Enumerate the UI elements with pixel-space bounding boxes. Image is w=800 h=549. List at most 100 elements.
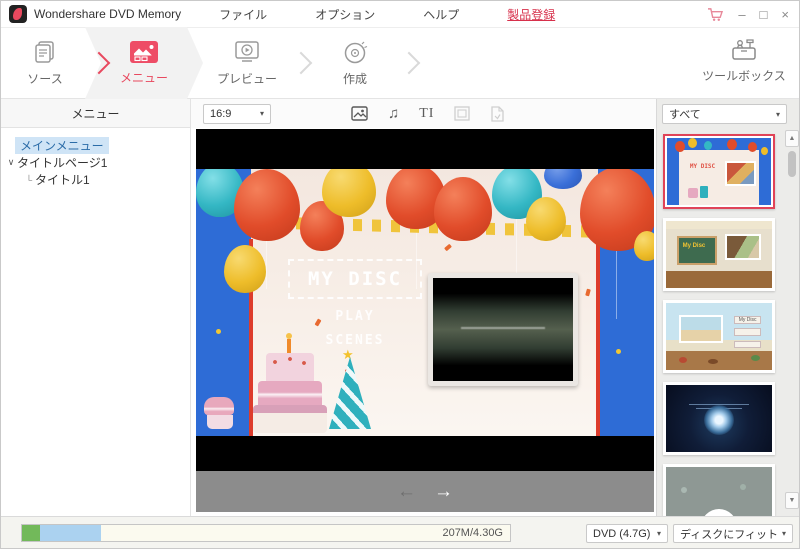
party-hat: ★ [329,347,371,429]
menu-register-product[interactable]: 製品登録 [483,6,579,23]
template-thumb-beach[interactable]: My Disc [663,300,775,373]
toolbox-button[interactable]: ツールボックス [699,36,789,84]
fit-mode-select[interactable]: ディスクにフィット ▾ [673,524,793,543]
template-panel: すべて ▾ MY DISC My Disc My Disc ▲ ▼ [656,99,799,516]
template-thumb-classroom[interactable]: My Disc [663,218,775,291]
balloon [322,169,376,217]
scrollbar-thumb[interactable] [788,151,796,177]
sidebar-header: メニュー [1,99,191,128]
disc-title-text: MY DISC [307,268,403,290]
toolbox-icon [729,36,759,62]
app-logo-icon [9,5,27,23]
toolbox-label: ツールボックス [702,69,786,83]
preview-monitor-icon [233,39,261,65]
app-title: Wondershare DVD Memory [34,7,182,21]
tree-item-title-page[interactable]: タイトルページ1 [17,154,107,171]
source-files-icon [32,39,58,65]
template-list: MY DISC My Disc My Disc [663,134,779,516]
template-thumb-space-disc[interactable] [663,382,775,455]
aspect-ratio-select[interactable]: 16:9 ▾ [203,103,271,124]
menu-preview-canvas[interactable]: MY DISC PLAY SCENES ★ ← → [196,129,654,512]
menu-help[interactable]: ヘルプ [399,6,483,23]
status-bar: 207M/4.30G DVD (4.7G) ▾ ディスクにフィット ▾ [1,516,799,548]
balloon [434,177,492,241]
background-music-icon[interactable]: ♫ [388,106,399,121]
menu-options[interactable]: オプション [291,6,399,23]
capacity-progress-bar: 207M/4.30G [21,524,511,542]
thumb-disc-title: MY DISC [689,163,716,171]
minimize-button[interactable]: – [738,8,745,21]
step-create[interactable]: 作成 [311,39,399,87]
tree-item-main-menu[interactable]: メインメニュー [15,137,109,154]
step-separator [397,51,421,75]
download-template-button[interactable] [701,508,737,516]
next-page-arrow[interactable]: → [434,482,453,501]
balloon [544,169,582,189]
tree-expand-icon[interactable]: ∨ [5,157,17,168]
step-source-label: ソース [27,72,63,86]
fit-mode-value: ディスクにフィット [680,528,779,541]
room-edge [596,239,600,436]
step-menu-label: メニュー [119,71,168,85]
balloon [234,169,300,241]
capacity-used-segment [22,525,40,541]
step-preview[interactable]: プレビュー [203,39,291,87]
step-create-label: 作成 [342,72,367,86]
chevron-down-icon: ▾ [656,529,661,538]
video-thumbnail-tv[interactable] [428,273,578,386]
chevron-down-icon: ▾ [781,529,786,538]
scenes-button[interactable]: SCENES [288,333,422,348]
titlebar-right: – □ × [707,7,799,22]
menu-bar: ファイル オプション ヘルプ 製品登録 [195,6,579,23]
step-bar: ソース メニュー プレビュー 作成 ツールボックス [1,27,799,99]
play-button[interactable]: PLAY [288,309,422,324]
menu-preview-area: MY DISC PLAY SCENES ★ ← → [191,128,656,516]
frame-icon[interactable] [454,106,471,121]
add-text-icon[interactable]: TI [419,106,434,121]
video-title-blur [461,327,545,330]
background-image-icon[interactable] [351,106,368,121]
capacity-current-segment [40,525,101,541]
template-thumb-birthday[interactable]: MY DISC [663,134,775,209]
balloon [224,245,266,293]
disc-title-frame: MY DISC [288,259,422,299]
confetti [216,329,221,334]
app-window: Wondershare DVD Memory ファイル オプション ヘルプ 製品… [0,0,800,549]
capacity-text: 207M/4.30G [442,527,503,539]
apply-template-icon[interactable] [490,105,505,122]
letterbox-bottom [196,436,654,471]
letterbox-top [196,129,654,169]
step-source[interactable]: ソース [1,39,89,87]
step-preview-label: プレビュー [216,72,277,86]
disc-type-value: DVD (4.7G) [593,527,651,540]
prev-page-arrow[interactable]: ← [397,482,416,501]
scroll-up-button[interactable]: ▲ [785,130,799,147]
thumb-disc-title: My Disc [682,242,706,249]
thumb-disc-title: My Disc [738,317,757,324]
chevron-down-icon: ▾ [259,109,264,118]
birthday-menu-scene: MY DISC PLAY SCENES ★ [196,169,654,436]
tree-branch-icon: └ [25,174,33,185]
aspect-ratio-value: 16:9 [210,107,232,120]
balloon [526,197,566,241]
hat-star: ★ [342,347,354,362]
close-button[interactable]: × [781,8,789,21]
menu-structure-sidebar: メインメニュー ∨ タイトルページ1 └ タイトル1 [1,128,191,516]
chevron-down-icon: ▾ [775,109,780,119]
balloon [634,231,654,261]
template-filter-select[interactable]: すべて ▾ [662,104,787,124]
scroll-down-button[interactable]: ▼ [785,492,799,509]
template-thumb-download[interactable] [663,464,775,516]
maximize-button[interactable]: □ [760,8,768,21]
cupcake [204,397,236,431]
burn-disc-icon [342,39,368,65]
step-separator [289,51,313,75]
menu-image-icon [129,40,159,64]
cake-candle [286,333,292,354]
tree-item-title[interactable]: タイトル1 [35,171,90,188]
disc-type-select[interactable]: DVD (4.7G) ▾ [586,524,668,543]
menu-file[interactable]: ファイル [195,6,291,23]
cart-icon[interactable] [707,7,724,22]
preview-toolbar: 16:9 ▾ ♫ TI [191,99,656,128]
preview-nav-bar: ← → [196,471,654,512]
